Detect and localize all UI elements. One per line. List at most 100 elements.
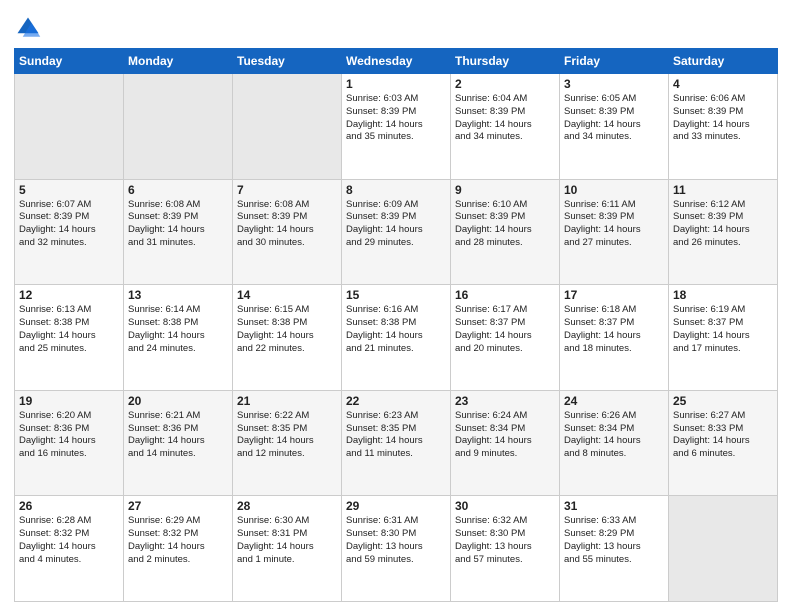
calendar-header-saturday: Saturday <box>669 49 778 74</box>
day-number: 26 <box>19 499 119 513</box>
calendar-cell: 16 Sunrise: 6:17 AM Sunset: 8:37 PM Dayli… <box>451 285 560 391</box>
calendar-cell <box>124 74 233 180</box>
calendar-cell: 11 Sunrise: 6:12 AM Sunset: 8:39 PM Dayli… <box>669 179 778 285</box>
calendar-cell: 15Sunrise: 6:16 AM Sunset: 8:38 PM Dayli… <box>342 285 451 391</box>
day-number: 5 <box>19 183 119 197</box>
day-number: 23 <box>455 394 555 408</box>
day-number: 3 <box>564 77 664 91</box>
day-number: 24 <box>564 394 664 408</box>
calendar-cell: 1Sunrise: 6:03 AM Sunset: 8:39 PM Daylig… <box>342 74 451 180</box>
day-info: Sunrise: 6:18 AM Sunset: 8:37 PM Dayligh… <box>564 304 664 355</box>
day-info: Sunrise: 6:31 AM Sunset: 8:30 PM Dayligh… <box>346 515 446 566</box>
calendar-cell: 2Sunrise: 6:04 AM Sunset: 8:39 PM Daylig… <box>451 74 560 180</box>
day-number: 2 <box>455 77 555 91</box>
calendar-cell: 26 Sunrise: 6:28 AM Sunset: 8:32 PM Dayli… <box>15 496 124 602</box>
day-info: Sunrise: 6:05 AM Sunset: 8:39 PM Dayligh… <box>564 93 664 144</box>
day-number: 11 <box>673 183 773 197</box>
day-number: 10 <box>564 183 664 197</box>
day-number: 30 <box>455 499 555 513</box>
calendar-cell: 21 Sunrise: 6:22 AM Sunset: 8:35 PM Dayli… <box>233 390 342 496</box>
calendar-cell: 24 Sunrise: 6:26 AM Sunset: 8:34 PM Dayli… <box>560 390 669 496</box>
calendar-cell: 19 Sunrise: 6:20 AM Sunset: 8:36 PM Dayli… <box>15 390 124 496</box>
calendar-cell: 28 Sunrise: 6:30 AM Sunset: 8:31 PM Dayli… <box>233 496 342 602</box>
logo <box>14 14 44 42</box>
day-number: 21 <box>237 394 337 408</box>
day-info: Sunrise: 6:10 AM Sunset: 8:39 PM Dayligh… <box>455 199 555 250</box>
calendar-week-row: 19 Sunrise: 6:20 AM Sunset: 8:36 PM Dayli… <box>15 390 778 496</box>
day-info: Sunrise: 6:24 AM Sunset: 8:34 PM Dayligh… <box>455 410 555 461</box>
calendar-header-friday: Friday <box>560 49 669 74</box>
calendar-cell <box>233 74 342 180</box>
day-info: Sunrise: 6:17 AM Sunset: 8:37 PM Dayligh… <box>455 304 555 355</box>
day-info: Sunrise: 6:27 AM Sunset: 8:33 PM Dayligh… <box>673 410 773 461</box>
calendar-header-monday: Monday <box>124 49 233 74</box>
day-number: 14 <box>237 288 337 302</box>
day-info: Sunrise: 6:22 AM Sunset: 8:35 PM Dayligh… <box>237 410 337 461</box>
day-info: Sunrise: 6:14 AM Sunset: 8:38 PM Dayligh… <box>128 304 228 355</box>
day-info: Sunrise: 6:32 AM Sunset: 8:30 PM Dayligh… <box>455 515 555 566</box>
day-number: 25 <box>673 394 773 408</box>
calendar-cell: 30 Sunrise: 6:32 AM Sunset: 8:30 PM Dayli… <box>451 496 560 602</box>
calendar-cell <box>15 74 124 180</box>
day-number: 16 <box>455 288 555 302</box>
day-info: Sunrise: 6:21 AM Sunset: 8:36 PM Dayligh… <box>128 410 228 461</box>
day-number: 15 <box>346 288 446 302</box>
calendar-cell: 20 Sunrise: 6:21 AM Sunset: 8:36 PM Dayli… <box>124 390 233 496</box>
calendar-cell: 31Sunrise: 6:33 AM Sunset: 8:29 PM Dayli… <box>560 496 669 602</box>
day-number: 9 <box>455 183 555 197</box>
calendar-cell: 27 Sunrise: 6:29 AM Sunset: 8:32 PM Dayli… <box>124 496 233 602</box>
calendar-cell: 25 Sunrise: 6:27 AM Sunset: 8:33 PM Dayli… <box>669 390 778 496</box>
calendar-cell: 22Sunrise: 6:23 AM Sunset: 8:35 PM Dayli… <box>342 390 451 496</box>
calendar-cell: 3 Sunrise: 6:05 AM Sunset: 8:39 PM Daylig… <box>560 74 669 180</box>
day-info: Sunrise: 6:30 AM Sunset: 8:31 PM Dayligh… <box>237 515 337 566</box>
day-number: 7 <box>237 183 337 197</box>
day-info: Sunrise: 6:26 AM Sunset: 8:34 PM Dayligh… <box>564 410 664 461</box>
day-number: 6 <box>128 183 228 197</box>
calendar-cell: 5 Sunrise: 6:07 AM Sunset: 8:39 PM Daylig… <box>15 179 124 285</box>
day-info: Sunrise: 6:13 AM Sunset: 8:38 PM Dayligh… <box>19 304 119 355</box>
day-info: Sunrise: 6:23 AM Sunset: 8:35 PM Dayligh… <box>346 410 446 461</box>
day-number: 29 <box>346 499 446 513</box>
day-info: Sunrise: 6:07 AM Sunset: 8:39 PM Dayligh… <box>19 199 119 250</box>
calendar-cell: 17Sunrise: 6:18 AM Sunset: 8:37 PM Dayli… <box>560 285 669 391</box>
calendar-cell: 14 Sunrise: 6:15 AM Sunset: 8:38 PM Dayli… <box>233 285 342 391</box>
calendar-cell: 7 Sunrise: 6:08 AM Sunset: 8:39 PM Daylig… <box>233 179 342 285</box>
calendar-cell: 12 Sunrise: 6:13 AM Sunset: 8:38 PM Dayli… <box>15 285 124 391</box>
day-number: 12 <box>19 288 119 302</box>
day-info: Sunrise: 6:15 AM Sunset: 8:38 PM Dayligh… <box>237 304 337 355</box>
day-number: 28 <box>237 499 337 513</box>
header <box>14 10 778 42</box>
day-number: 18 <box>673 288 773 302</box>
calendar-week-row: 12 Sunrise: 6:13 AM Sunset: 8:38 PM Dayli… <box>15 285 778 391</box>
day-info: Sunrise: 6:08 AM Sunset: 8:39 PM Dayligh… <box>237 199 337 250</box>
day-info: Sunrise: 6:29 AM Sunset: 8:32 PM Dayligh… <box>128 515 228 566</box>
calendar-header-sunday: Sunday <box>15 49 124 74</box>
day-number: 20 <box>128 394 228 408</box>
day-info: Sunrise: 6:19 AM Sunset: 8:37 PM Dayligh… <box>673 304 773 355</box>
logo-icon <box>14 14 42 42</box>
day-info: Sunrise: 6:33 AM Sunset: 8:29 PM Dayligh… <box>564 515 664 566</box>
calendar-cell: 4Sunrise: 6:06 AM Sunset: 8:39 PM Daylig… <box>669 74 778 180</box>
day-info: Sunrise: 6:20 AM Sunset: 8:36 PM Dayligh… <box>19 410 119 461</box>
calendar-cell: 9 Sunrise: 6:10 AM Sunset: 8:39 PM Daylig… <box>451 179 560 285</box>
calendar-week-row: 5 Sunrise: 6:07 AM Sunset: 8:39 PM Daylig… <box>15 179 778 285</box>
day-info: Sunrise: 6:11 AM Sunset: 8:39 PM Dayligh… <box>564 199 664 250</box>
calendar-header-row: SundayMondayTuesdayWednesdayThursdayFrid… <box>15 49 778 74</box>
calendar-table: SundayMondayTuesdayWednesdayThursdayFrid… <box>14 48 778 602</box>
calendar-cell: 23 Sunrise: 6:24 AM Sunset: 8:34 PM Dayli… <box>451 390 560 496</box>
calendar-cell: 13 Sunrise: 6:14 AM Sunset: 8:38 PM Dayli… <box>124 285 233 391</box>
calendar-cell: 10 Sunrise: 6:11 AM Sunset: 8:39 PM Dayli… <box>560 179 669 285</box>
day-number: 19 <box>19 394 119 408</box>
calendar-header-tuesday: Tuesday <box>233 49 342 74</box>
day-number: 27 <box>128 499 228 513</box>
calendar-header-wednesday: Wednesday <box>342 49 451 74</box>
calendar-cell: 18 Sunrise: 6:19 AM Sunset: 8:37 PM Dayli… <box>669 285 778 391</box>
day-info: Sunrise: 6:12 AM Sunset: 8:39 PM Dayligh… <box>673 199 773 250</box>
calendar-week-row: 1Sunrise: 6:03 AM Sunset: 8:39 PM Daylig… <box>15 74 778 180</box>
day-number: 13 <box>128 288 228 302</box>
day-info: Sunrise: 6:03 AM Sunset: 8:39 PM Dayligh… <box>346 93 446 144</box>
calendar-cell: 29 Sunrise: 6:31 AM Sunset: 8:30 PM Dayli… <box>342 496 451 602</box>
day-info: Sunrise: 6:06 AM Sunset: 8:39 PM Dayligh… <box>673 93 773 144</box>
day-info: Sunrise: 6:28 AM Sunset: 8:32 PM Dayligh… <box>19 515 119 566</box>
day-number: 8 <box>346 183 446 197</box>
